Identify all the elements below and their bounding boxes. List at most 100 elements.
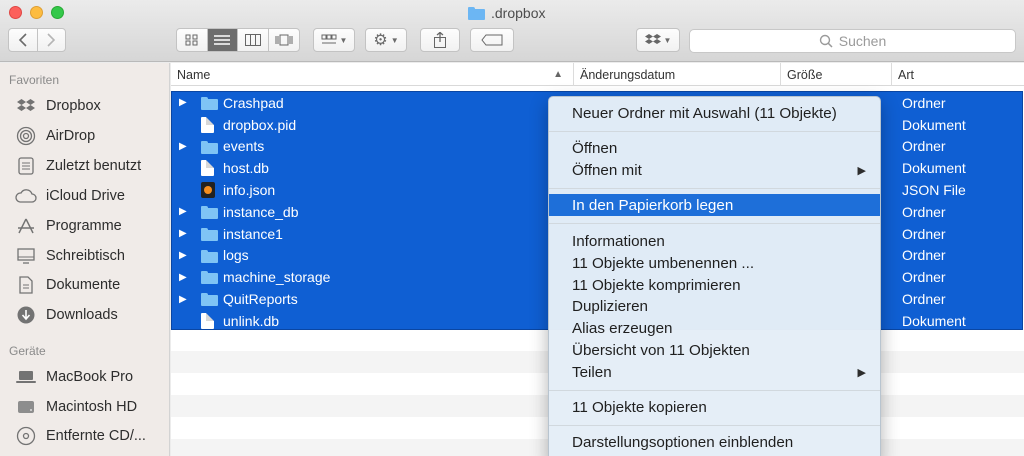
sidebar-item-documents[interactable]: Dokumente	[15, 273, 120, 297]
toolbar: .dropbox ▼ ⚙ ▼ ▼ Suchen	[0, 0, 1024, 62]
column-date[interactable]: Änderungsdatum	[573, 63, 780, 86]
file-name: host.db	[223, 160, 269, 177]
sidebar-item-label: Programme	[46, 218, 122, 234]
sidebar-item-label: Entfernte CD/...	[46, 428, 146, 444]
icon-view-button[interactable]	[177, 29, 208, 51]
dropbox-icon	[644, 34, 661, 44]
sidebar-item-remote-disc[interactable]: Entfernte CD/...	[15, 424, 146, 448]
chevron-down-icon: ▼	[390, 35, 399, 45]
disclosure-triangle-icon[interactable]: ▶	[179, 272, 187, 283]
file-kind: Ordner	[902, 291, 946, 308]
sidebar-item-label: Dropbox	[46, 98, 101, 114]
column-size[interactable]: Größe	[780, 63, 891, 86]
sidebar-item-recents[interactable]: Zuletzt benutzt	[15, 154, 141, 178]
share-button[interactable]	[420, 28, 460, 52]
group-button[interactable]: ▼	[313, 28, 355, 52]
documents-icon	[15, 275, 37, 295]
json-file-icon	[201, 182, 215, 201]
action-button[interactable]: ⚙ ▼	[365, 28, 407, 52]
sidebar-item-macbook[interactable]: MacBook Pro	[15, 365, 133, 389]
menu-item-rename[interactable]: 11 Objekte umbenennen ...	[549, 252, 880, 274]
sidebar-item-dropbox[interactable]: Dropbox	[15, 94, 101, 118]
menu-item-quick-look[interactable]: Übersicht von 11 Objekten	[549, 339, 880, 361]
view-mode-segment	[176, 28, 300, 52]
menu-item-open[interactable]: Öffnen	[549, 137, 880, 159]
disclosure-triangle-icon[interactable]: ▶	[179, 206, 187, 217]
search-field[interactable]: Suchen	[689, 29, 1016, 53]
column-kind[interactable]: Art	[891, 63, 1024, 86]
cloud-icon	[15, 186, 37, 206]
forward-button[interactable]	[38, 29, 66, 51]
sidebar-item-downloads[interactable]: Downloads	[15, 303, 118, 327]
menu-item-label: Darstellungsoptionen einblenden	[572, 433, 794, 451]
menu-item-new-folder-with-selection[interactable]: Neuer Ordner mit Auswahl (11 Objekte)	[549, 102, 880, 124]
column-kind-label: Art	[898, 67, 914, 82]
menu-item-make-alias[interactable]: Alias erzeugen	[549, 317, 880, 339]
sidebar-item-macintosh-hd[interactable]: Macintosh HD	[15, 395, 137, 419]
sidebar-item-icloud[interactable]: iCloud Drive	[15, 184, 125, 208]
menu-separator	[549, 188, 880, 189]
back-button[interactable]	[9, 29, 38, 51]
menu-item-move-to-trash[interactable]: In den Papierkorb legen	[549, 194, 880, 216]
sidebar-item-label: iCloud Drive	[46, 188, 125, 204]
chevron-left-icon	[18, 33, 27, 47]
search-placeholder: Suchen	[838, 33, 887, 49]
document-icon	[201, 313, 214, 332]
disclosure-triangle-icon[interactable]: ▶	[179, 294, 187, 305]
chevron-down-icon: ▼	[663, 35, 672, 45]
menu-item-open-with[interactable]: Öffnen mit ▶	[549, 159, 880, 181]
menu-item-copy[interactable]: 11 Objekte kopieren	[549, 396, 880, 418]
column-name-label: Name	[177, 67, 211, 82]
menu-item-share[interactable]: Teilen ▶	[549, 361, 880, 383]
close-window-button[interactable]	[9, 6, 22, 19]
harddisk-icon	[15, 397, 37, 417]
downloads-icon	[15, 305, 37, 325]
disclosure-triangle-icon[interactable]: ▶	[179, 228, 187, 239]
document-icon	[201, 160, 214, 179]
menu-item-label: Teilen	[572, 363, 612, 381]
document-icon	[201, 116, 214, 136]
coverflow-view-icon	[275, 34, 293, 46]
file-name: instance1	[223, 225, 283, 242]
airdrop-icon	[15, 126, 37, 146]
sidebar-item-label: Macintosh HD	[46, 399, 138, 415]
minimize-window-button[interactable]	[30, 6, 43, 19]
menu-separator	[549, 425, 880, 426]
file-name: machine_storage	[223, 269, 331, 286]
menu-item-show-view-options[interactable]: Darstellungsoptionen einblenden	[549, 431, 880, 453]
group-icon	[321, 34, 337, 44]
disc-icon	[15, 426, 37, 446]
menu-item-get-info[interactable]: Informationen	[549, 230, 880, 252]
file-kind: Ordner	[902, 247, 946, 264]
menu-item-duplicate[interactable]: Duplizieren	[549, 295, 880, 317]
devices-heading: Geräte	[9, 344, 46, 358]
sidebar-item-applications[interactable]: Programme	[15, 214, 122, 238]
coverflow-view-button[interactable]	[269, 29, 299, 51]
menu-item-label: 11 Objekte kopieren	[572, 398, 707, 416]
sidebar-item-desktop[interactable]: Schreibtisch	[15, 244, 125, 268]
menu-item-label: Übersicht von 11 Objekten	[572, 341, 750, 359]
window-title: .dropbox	[468, 3, 545, 23]
zoom-window-button[interactable]	[51, 6, 64, 19]
sidebar-item-airdrop[interactable]: AirDrop	[15, 124, 95, 148]
file-name: unlink.db	[223, 312, 280, 329]
disclosure-triangle-icon[interactable]: ▶	[179, 250, 187, 261]
folder-icon	[201, 227, 218, 244]
disclosure-triangle-icon[interactable]: ▶	[179, 97, 187, 108]
file-name: instance_db	[223, 203, 299, 220]
menu-item-compress[interactable]: 11 Objekte komprimieren	[549, 274, 880, 296]
disclosure-triangle-icon[interactable]: ▶	[179, 141, 187, 152]
column-view-icon	[244, 34, 261, 46]
column-name[interactable]: Name ▲	[171, 63, 573, 86]
file-kind: Ordner	[902, 203, 946, 220]
sidebar-item-label: Schreibtisch	[46, 248, 125, 264]
column-view-button[interactable]	[238, 29, 269, 51]
tag-button[interactable]	[470, 28, 514, 52]
folder-icon	[201, 97, 218, 113]
sidebar: Favoriten Dropbox AirDrop Zuletzt benutz…	[0, 63, 170, 456]
sort-chevron-up-icon: ▲	[553, 69, 563, 80]
dropbox-button[interactable]: ▼	[636, 28, 680, 52]
list-view-button[interactable]	[207, 29, 238, 51]
sidebar-item-label: AirDrop	[46, 128, 96, 144]
desktop-icon	[15, 246, 37, 266]
